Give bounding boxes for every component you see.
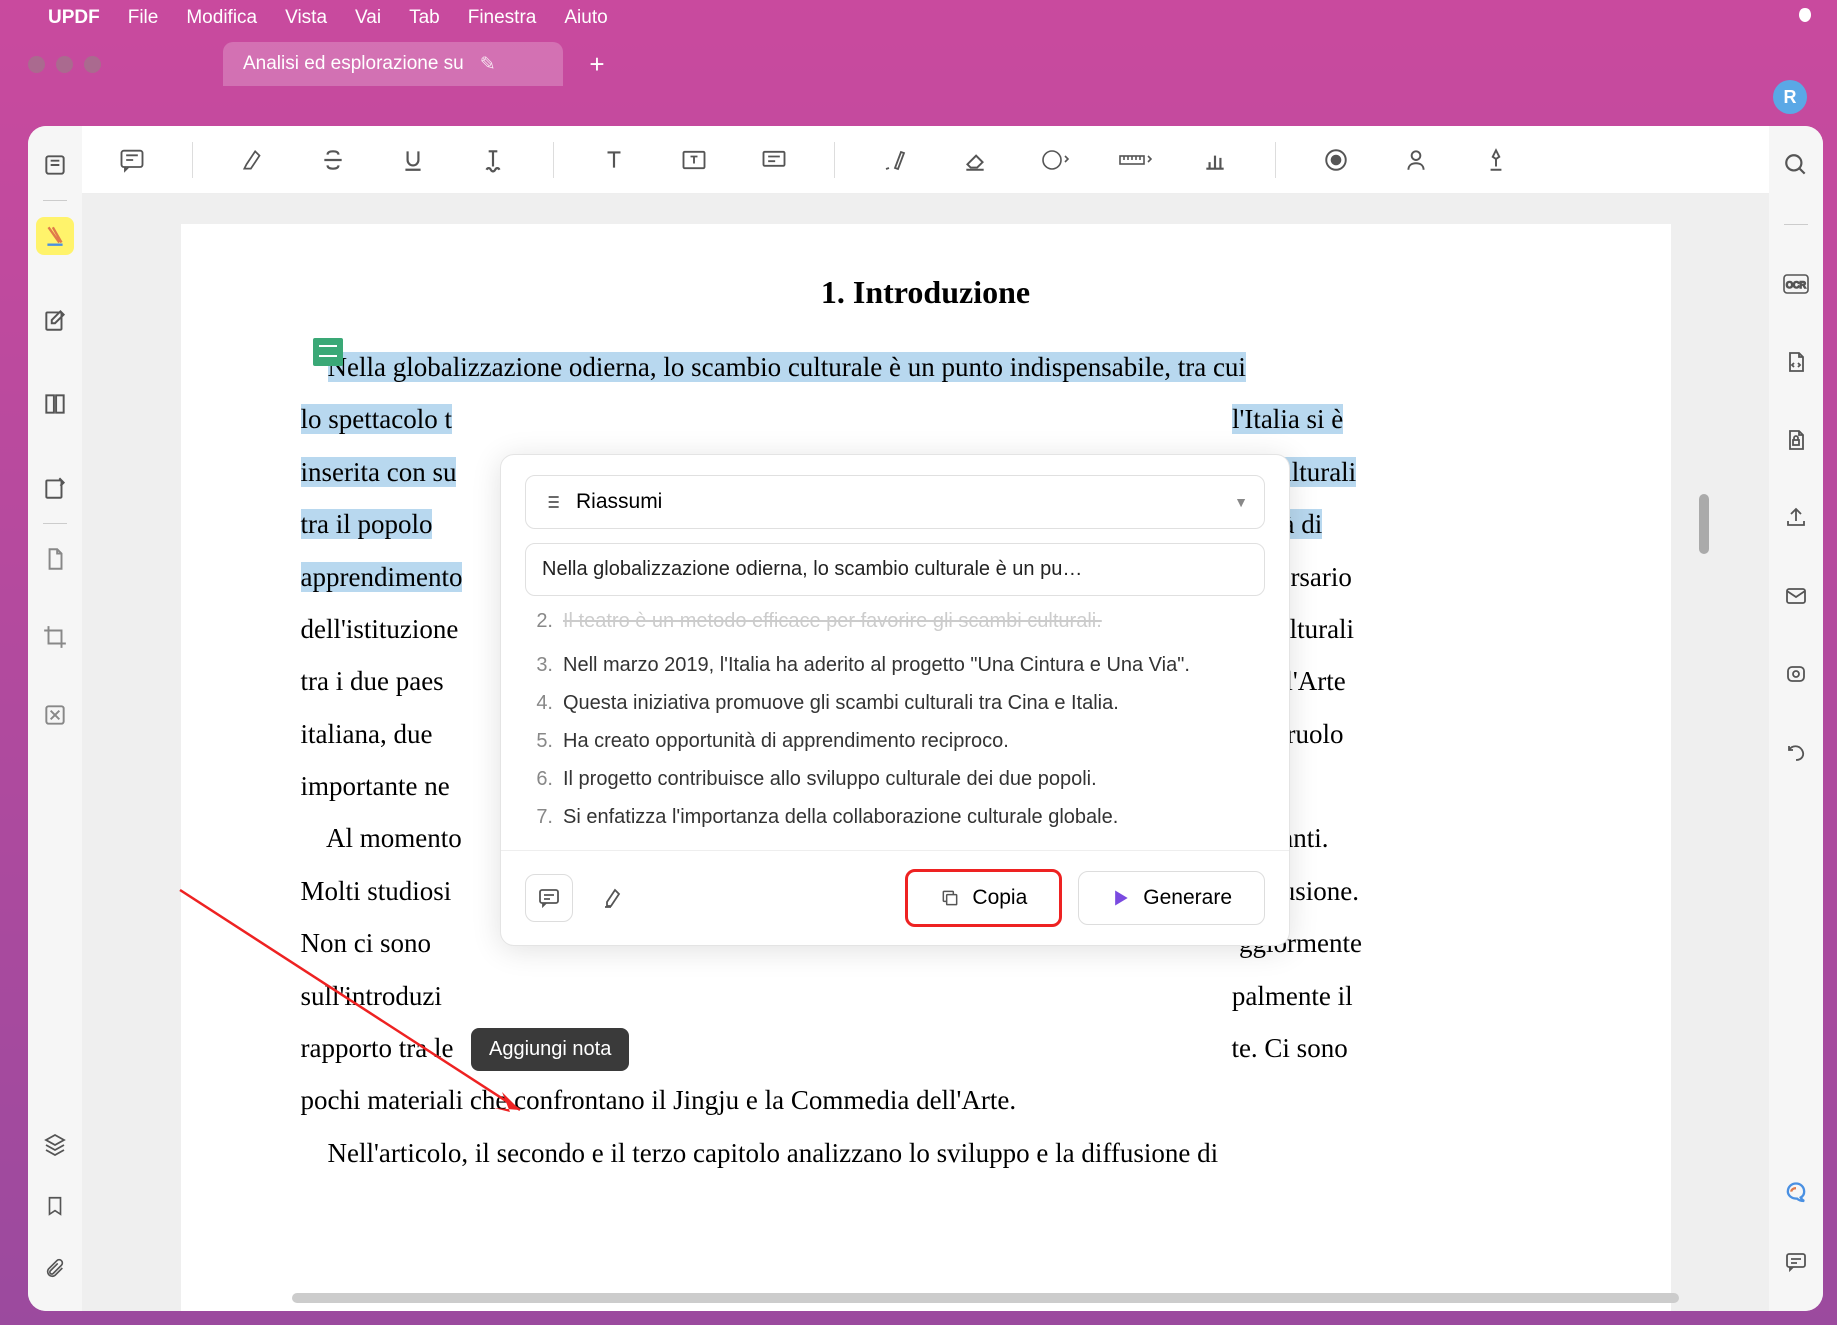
ai-mode-label: Riassumi	[576, 490, 662, 514]
crop-tool-icon[interactable]	[36, 618, 74, 656]
comment-mode-icon[interactable]	[36, 217, 74, 255]
page-tool-icon[interactable]	[36, 540, 74, 578]
horizontal-scrollbar[interactable]	[292, 1293, 1679, 1303]
layers-icon[interactable]	[36, 1125, 74, 1163]
edit-mode-icon[interactable]	[36, 301, 74, 339]
maximize-window-icon[interactable]	[84, 56, 101, 73]
menu-view[interactable]: Vista	[285, 7, 327, 29]
convert-icon[interactable]	[1777, 343, 1815, 381]
ai-result-list[interactable]: 2.Il teatro è un metodo efficace per fav…	[501, 608, 1289, 850]
tab-title: Analisi ed esplorazione su	[243, 53, 464, 75]
list-icon	[542, 492, 562, 512]
user-avatar[interactable]: R	[1773, 80, 1807, 114]
generate-icon	[1111, 888, 1131, 908]
menu-help[interactable]: Aiuto	[564, 7, 607, 29]
callout-tool-icon[interactable]	[754, 140, 794, 180]
cloud-icon[interactable]	[1777, 655, 1815, 693]
divider	[1275, 142, 1276, 178]
heading: 1. Introduzione	[301, 274, 1551, 311]
reader-mode-icon[interactable]	[36, 146, 74, 184]
document-tab[interactable]: Analisi ed esplorazione su ✎	[223, 42, 563, 86]
generate-button[interactable]: Generare	[1078, 871, 1265, 925]
minimize-window-icon[interactable]	[56, 56, 73, 73]
ai-summary-popup: Riassumi ▼ Nella globalizzazione odierna…	[500, 454, 1290, 946]
list-item: 4.Questa iniziativa promuove gli scambi …	[529, 688, 1261, 718]
share-icon[interactable]	[1777, 499, 1815, 537]
app-name[interactable]: UPDF	[48, 7, 100, 29]
ocr-icon[interactable]: OCR	[1777, 265, 1815, 303]
underline-tool-icon[interactable]	[393, 140, 433, 180]
divider	[553, 142, 554, 178]
generate-label: Generare	[1143, 886, 1232, 910]
ai-assistant-icon[interactable]	[1777, 1175, 1815, 1213]
email-icon[interactable]	[1777, 577, 1815, 615]
sticky-note-icon[interactable]	[313, 338, 343, 366]
menu-edit[interactable]: Modifica	[186, 7, 257, 29]
window-controls[interactable]	[28, 56, 101, 73]
updf-logo-icon[interactable]	[1793, 6, 1817, 30]
highlight-tool-icon[interactable]	[233, 140, 273, 180]
new-tab-button[interactable]: +	[575, 42, 619, 86]
list-item: 6.Il progetto contribuisce allo sviluppo…	[529, 764, 1261, 794]
menu-file[interactable]: File	[128, 7, 159, 29]
chevron-down-icon: ▼	[1234, 494, 1248, 510]
signature-tool-icon[interactable]	[1396, 140, 1436, 180]
tab-bar: Analisi ed esplorazione su ✎ +	[0, 36, 1837, 92]
note-tool-icon[interactable]	[112, 140, 152, 180]
measure-tool-icon[interactable]	[1115, 140, 1155, 180]
organize-mode-icon[interactable]	[36, 385, 74, 423]
left-sidebar	[28, 126, 82, 1311]
menu-window[interactable]: Finestra	[468, 7, 537, 29]
ai-mode-select[interactable]: Riassumi ▼	[525, 475, 1265, 529]
strikethrough-tool-icon[interactable]	[313, 140, 353, 180]
svg-text:OCR: OCR	[1786, 280, 1807, 290]
highlight-button[interactable]	[589, 874, 637, 922]
copy-icon	[940, 888, 960, 908]
vertical-scrollbar[interactable]	[1699, 494, 1709, 554]
list-item: 7.Si enfatizza l'importanza della collab…	[529, 802, 1261, 832]
right-sidebar: OCR	[1769, 126, 1823, 1311]
copy-button[interactable]: Copia	[905, 869, 1062, 927]
redact-tool-icon[interactable]	[36, 696, 74, 734]
chart-tool-icon[interactable]	[1195, 140, 1235, 180]
highlighted-text[interactable]: Nella globalizzazione odierna, lo scambi…	[328, 352, 1246, 382]
annotation-toolbar	[82, 126, 1769, 194]
list-item: 3.Nell marzo 2019, l'Italia ha aderito a…	[529, 650, 1261, 680]
sign-tool-icon[interactable]	[1476, 140, 1516, 180]
squiggly-tool-icon[interactable]	[473, 140, 513, 180]
protect-icon[interactable]	[1777, 421, 1815, 459]
menu-go[interactable]: Vai	[355, 7, 381, 29]
divider	[43, 523, 67, 524]
divider	[43, 200, 67, 201]
search-icon[interactable]	[1777, 146, 1815, 184]
bookmark-icon[interactable]	[36, 1187, 74, 1225]
ai-input-preview[interactable]: Nella globalizzazione odierna, lo scambi…	[525, 543, 1265, 596]
pencil-tool-icon[interactable]	[875, 140, 915, 180]
menu-tab[interactable]: Tab	[409, 7, 440, 29]
form-mode-icon[interactable]	[36, 469, 74, 507]
popup-footer: Copia Generare	[501, 850, 1289, 945]
tooltip: Aggiungi nota	[471, 1028, 629, 1071]
close-window-icon[interactable]	[28, 56, 45, 73]
eraser-tool-icon[interactable]	[955, 140, 995, 180]
divider	[1784, 224, 1808, 225]
list-item: 5.Ha creato opportunità di apprendimento…	[529, 726, 1261, 756]
textbox-tool-icon[interactable]	[674, 140, 714, 180]
chat-icon[interactable]	[1777, 1243, 1815, 1281]
macos-menubar: UPDF File Modifica Vista Vai Tab Finestr…	[0, 0, 1837, 36]
divider	[192, 142, 193, 178]
undo-icon[interactable]	[1777, 733, 1815, 771]
edit-tab-icon[interactable]: ✎	[480, 53, 496, 76]
copy-label: Copia	[972, 886, 1027, 910]
divider	[834, 142, 835, 178]
stamp-tool-icon[interactable]	[1316, 140, 1356, 180]
attachment-icon[interactable]	[36, 1249, 74, 1287]
text-tool-icon[interactable]	[594, 140, 634, 180]
shape-tool-icon[interactable]	[1035, 140, 1075, 180]
add-note-button[interactable]	[525, 874, 573, 922]
